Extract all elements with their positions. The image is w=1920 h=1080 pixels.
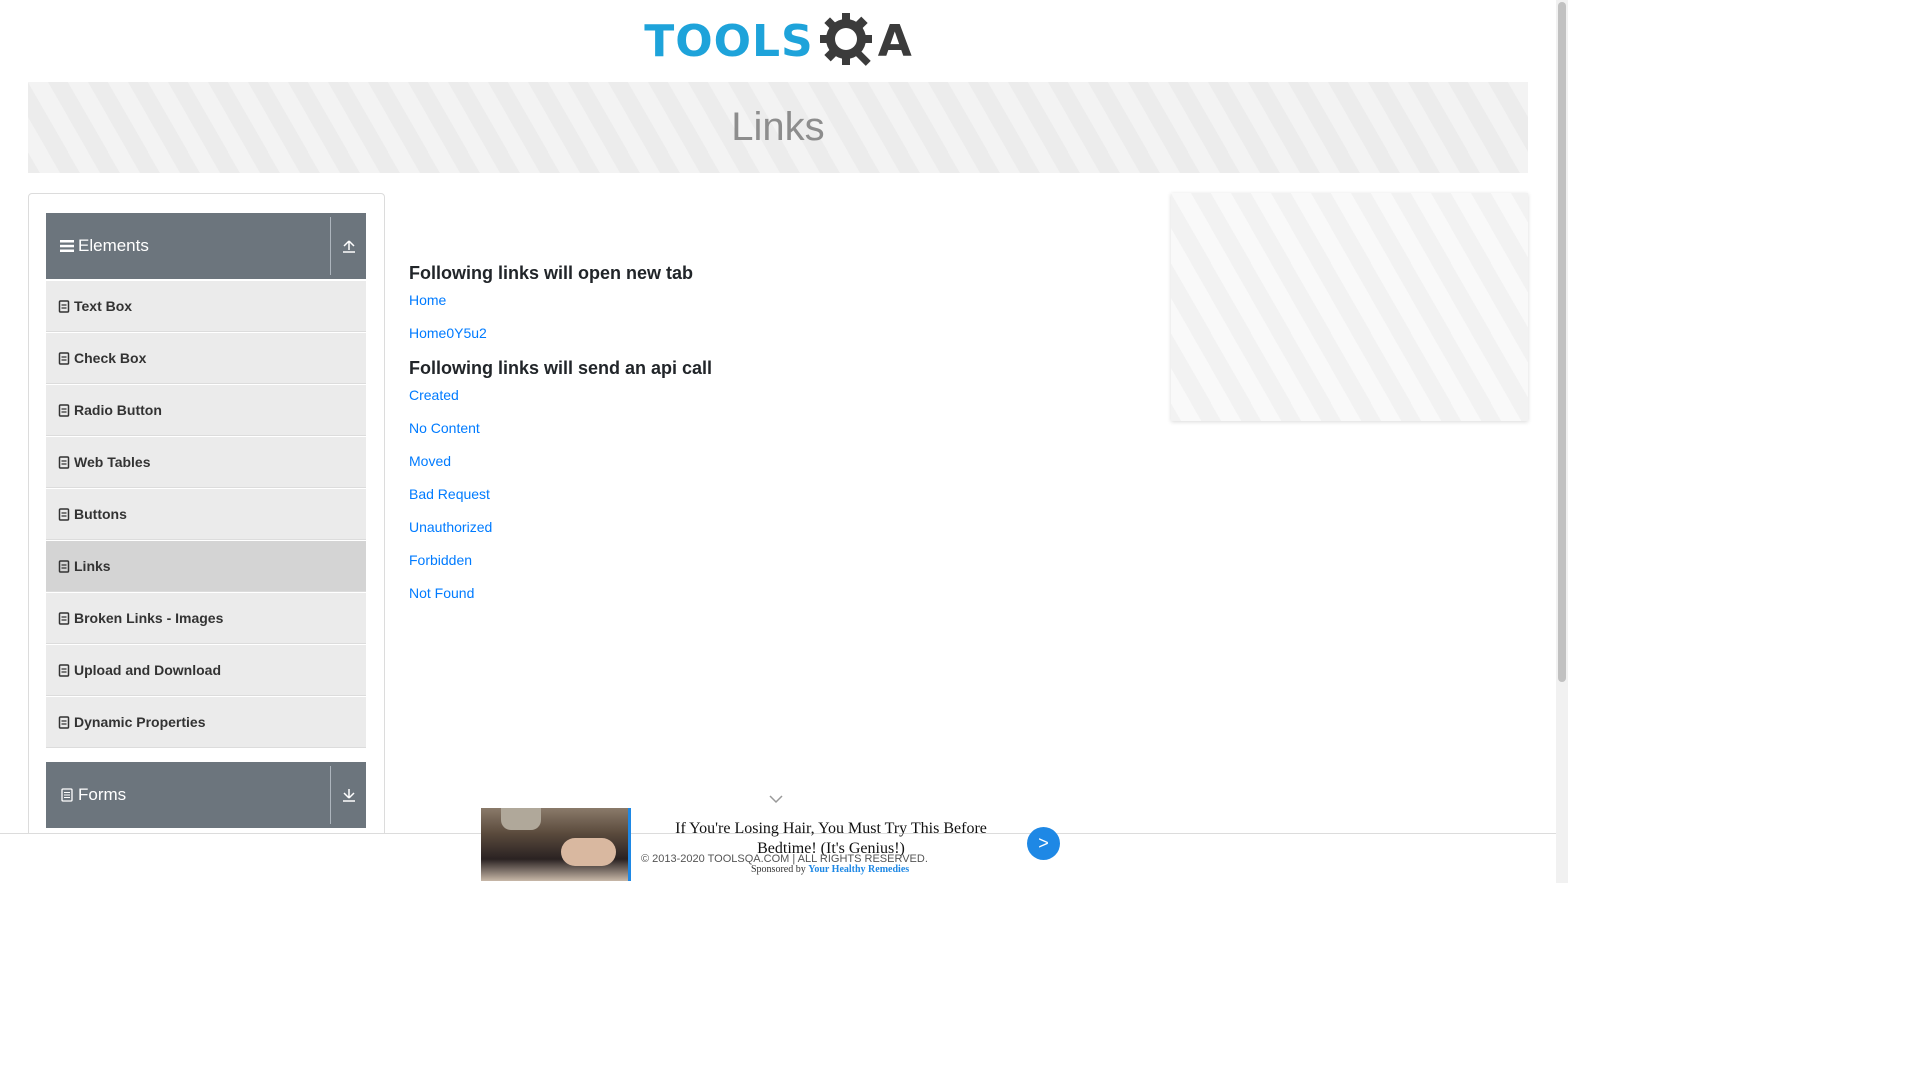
header: TOOLS A [0,0,1556,82]
form-icon [61,788,73,802]
new-tab-heading: Following links will open new tab [409,263,694,283]
link-unauthorized[interactable]: Unauthorized [409,519,1149,552]
ad-image[interactable] [481,808,631,881]
sidebar-item-dynamic-properties[interactable]: Dynamic Properties [46,696,366,748]
right-ad-banner[interactable] [1171,193,1528,421]
sidebar-item-label: Radio Button [74,402,162,418]
group-label-forms: Forms [78,785,127,804]
sidebar-item-upload-download[interactable]: Upload and Download [46,644,366,696]
logo-text: TOOLS [644,15,814,67]
page-banner: Links [28,82,1528,173]
left-panel: Elements Text Box Check Box Radio Button [28,193,385,883]
link-not-found[interactable]: Not Found [409,585,1149,618]
sidebar-item-radio-button[interactable]: Radio Button [46,384,366,436]
sidebar-item-label: Upload and Download [74,662,221,678]
doc-icon [58,351,70,365]
links-content: Following links will open new tab Home H… [409,193,1149,618]
sidebar-item-label: Buttons [74,506,127,522]
doc-icon [58,299,70,313]
scroll-thumb[interactable] [1558,2,1566,682]
sidebar-item-text-box[interactable]: Text Box [46,280,366,332]
sidebar-item-buttons[interactable]: Buttons [46,488,366,540]
link-forbidden[interactable]: Forbidden [409,552,1149,585]
group-label-elements: Elements [78,236,149,255]
doc-icon [58,715,70,729]
doc-icon [58,559,70,573]
sidebar-item-label: Text Box [74,298,133,314]
link-no-content[interactable]: No Content [409,420,1149,453]
doc-icon [58,611,70,625]
doc-icon [58,507,70,521]
group-header-elements[interactable]: Elements [46,213,366,279]
group-header-forms[interactable]: Forms [46,762,366,828]
sidebar-item-check-box[interactable]: Check Box [46,332,366,384]
sidebar-item-broken-links[interactable]: Broken Links - Images [46,592,366,644]
ad-placeholder [409,193,1149,263]
expand-down-icon[interactable] [342,788,356,802]
doc-icon [58,403,70,417]
chevron-down-icon[interactable] [768,792,784,806]
sidebar-item-label: Links [74,558,111,574]
link-bad-request[interactable]: Bad Request [409,486,1149,519]
sponsored-ad[interactable]: If You're Losing Hair, You Must Try This… [481,808,1071,881]
sponsored-by: Sponsored by Your Healthy Remedies [751,864,909,875]
doc-icon [58,455,70,469]
sponsored-prefix: Sponsored by [751,864,806,875]
sidebar-item-label: Broken Links - Images [74,610,224,626]
link-created[interactable]: Created [409,387,1149,420]
sidebar-item-label: Check Box [74,350,147,366]
page-scrollbar[interactable] [1556,0,1568,883]
ad-next-button[interactable]: > [1027,827,1060,860]
api-heading: Following links will send an api call [409,358,713,378]
sidebar-item-label: Web Tables [74,454,151,470]
gear-q-icon [819,13,872,66]
doc-icon [58,663,70,677]
sponsor-name[interactable]: Your Healthy Remedies [808,864,909,875]
collapse-up-icon[interactable] [342,239,356,253]
logo-text-end: A [877,15,912,67]
page-title: Links [731,105,825,149]
hamburger-icon [60,240,74,252]
sidebar-item-web-tables[interactable]: Web Tables [46,436,366,488]
link-moved[interactable]: Moved [409,453,1149,486]
elements-menu: Text Box Check Box Radio Button Web Tabl… [46,280,366,748]
toolsqa-logo[interactable]: TOOLS A [644,10,912,72]
link-home[interactable]: Home [409,292,1149,325]
page: TOOLS A Links Elements Text Box Check Bo… [0,0,1568,883]
sidebar-item-links[interactable]: Links [46,540,366,592]
sidebar-item-label: Dynamic Properties [74,714,206,730]
link-home-dynamic[interactable]: Home0Y5u2 [409,325,1149,358]
